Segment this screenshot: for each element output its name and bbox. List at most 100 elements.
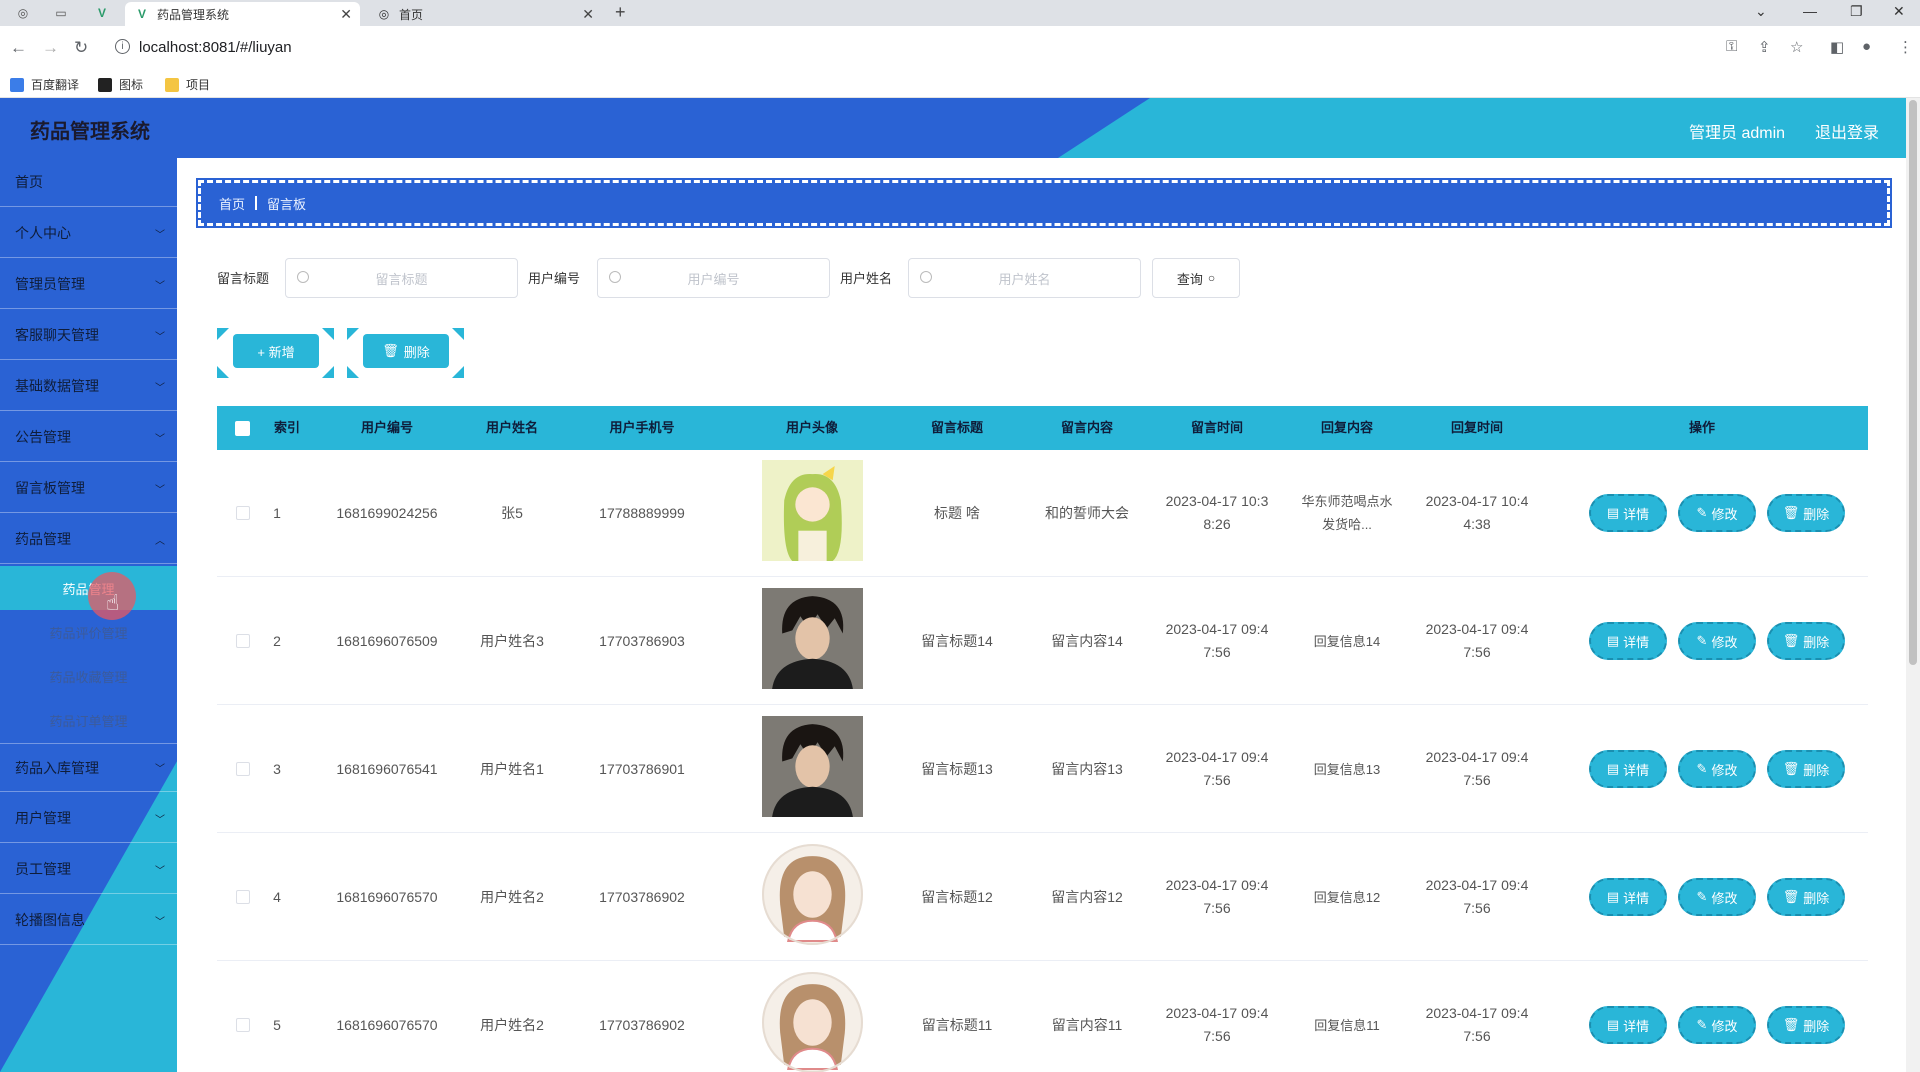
sidebar-item-chat[interactable]: 客服聊天管理 ﹀ — [0, 311, 177, 360]
search-icon — [297, 271, 309, 283]
scrollbar-thumb[interactable] — [1909, 100, 1917, 665]
cell-content: 和的誓师大会 — [1045, 505, 1129, 521]
sidebar-item-staff[interactable]: 员工管理 ﹀ — [0, 845, 177, 894]
search-username-input[interactable]: 用户姓名 — [908, 258, 1141, 298]
url-field[interactable]: localhost:8081/#/liuyan — [139, 39, 292, 56]
trash-icon: 🗑 — [1782, 889, 1800, 904]
sidebar-sub-drug-favorites[interactable]: 药品收藏管理 — [0, 654, 177, 698]
sidebar-item-stock-in[interactable]: 药品入库管理 ﹀ — [0, 743, 177, 792]
vue-icon[interactable]: V — [89, 4, 115, 22]
bookmark-baidu-translate[interactable]: 百度翻译 — [10, 76, 79, 93]
bookmarks-bar: 百度翻译 图标 项目 — [0, 70, 1920, 98]
row-delete-button[interactable]: 🗑 删除 — [1767, 494, 1845, 532]
sidebar-item-home[interactable]: 首页 — [0, 158, 177, 207]
edit-button[interactable]: ✎ 修改 — [1678, 494, 1756, 532]
edit-icon: ✎ — [1696, 761, 1708, 776]
more-icon[interactable]: ⋮ — [1898, 38, 1913, 56]
sidebar: 首页 个人中心 ﹀ 管理员管理 ﹀ 客服聊天管理 ﹀ 基础数据管理 ﹀ 公告管理 ﹀ 留言… — [0, 158, 177, 1072]
new-tab-icon[interactable]: + — [615, 2, 626, 23]
close-window-icon[interactable]: ✕ — [1893, 3, 1905, 20]
query-button[interactable]: 查询 ○ — [1152, 258, 1240, 298]
blank-tab-icon[interactable]: ▭ — [48, 4, 74, 22]
detail-button[interactable]: ▤ 详情 — [1589, 1006, 1667, 1044]
edit-icon: ✎ — [1696, 505, 1708, 520]
bookmark-icons[interactable]: 图标 — [98, 76, 143, 93]
edit-label: 修改 — [1711, 1018, 1738, 1034]
row-checkbox[interactable] — [236, 1018, 250, 1032]
sidebar-sub-drug-reviews[interactable]: 药品评价管理 — [0, 610, 177, 654]
tab-home[interactable]: ◎ 首页 ✕ — [367, 2, 602, 26]
cell-index: 1 — [273, 505, 281, 521]
row-checkbox[interactable] — [236, 506, 250, 520]
logout-link[interactable]: 退出登录 — [1815, 119, 1879, 143]
breadcrumb-separator — [255, 196, 258, 210]
cell-time: 2023-04-17 09:4 7:56 — [1152, 1002, 1282, 1048]
add-button[interactable]: + 新增 — [233, 334, 319, 368]
search-userno-input[interactable]: 用户编号 — [597, 258, 830, 298]
sidebar-item-users[interactable]: 用户管理 ﹀ — [0, 794, 177, 843]
key-icon[interactable]: ⚿ — [1726, 38, 1737, 55]
edit-icon: ✎ — [1696, 633, 1708, 648]
delete-button[interactable]: 🗑 删除 — [363, 334, 449, 368]
cell-title: 留言标题11 — [921, 1017, 993, 1033]
row-checkbox[interactable] — [236, 634, 250, 648]
row-delete-button[interactable]: 🗑 删除 — [1767, 622, 1845, 660]
bookmark-projects[interactable]: 项目 — [165, 76, 210, 93]
minimize-icon[interactable]: — — [1803, 3, 1817, 19]
cell-line: 2023-04-17 09:4 — [1425, 621, 1529, 637]
close-icon[interactable]: ✕ — [582, 6, 594, 23]
detail-icon: ▤ — [1606, 505, 1620, 520]
detail-button[interactable]: ▤ 详情 — [1589, 494, 1667, 532]
star-icon[interactable]: ☆ — [1790, 38, 1803, 56]
detail-button[interactable]: ▤ 详情 — [1589, 878, 1667, 916]
sidebar-item-label: 药品管理 — [15, 531, 71, 547]
search-icon — [920, 271, 932, 283]
globe-icon[interactable]: ◎ — [10, 4, 36, 22]
cell-index: 4 — [273, 889, 281, 905]
search-icon: ○ — [1207, 271, 1216, 285]
forward-icon[interactable]: → — [42, 38, 59, 58]
sidebar-item-personal[interactable]: 个人中心 ﹀ — [0, 209, 177, 258]
restore-icon[interactable]: ❐ — [1850, 3, 1863, 20]
info-icon[interactable]: i — [115, 39, 130, 54]
row-delete-button[interactable]: 🗑 删除 — [1767, 1006, 1845, 1044]
sidebar-item-carousel[interactable]: 轮播图信息 ﹀ — [0, 896, 177, 945]
detail-button[interactable]: ▤ 详情 — [1589, 622, 1667, 660]
edit-button[interactable]: ✎ 修改 — [1678, 878, 1756, 916]
corner-decoration — [452, 328, 464, 340]
edit-button[interactable]: ✎ 修改 — [1678, 1006, 1756, 1044]
select-all-checkbox[interactable] — [235, 421, 250, 436]
sidepanel-icon[interactable]: ◧ — [1830, 38, 1844, 56]
table-row: 4 1681696076570 用户姓名2 17703786902 留言标题12 留言内容… — [217, 834, 1868, 961]
back-icon[interactable]: ← — [10, 38, 27, 58]
edit-button[interactable]: ✎ 修改 — [1678, 622, 1756, 660]
close-icon[interactable]: ✕ — [340, 6, 352, 23]
share-icon[interactable]: ⇪ — [1758, 38, 1771, 56]
sidebar-item-basedata[interactable]: 基础数据管理 ﹀ — [0, 362, 177, 411]
tab-drug-system[interactable]: V 药品管理系统 ✕ — [125, 2, 360, 26]
detail-icon: ▤ — [1606, 889, 1620, 904]
sidebar-item-notice[interactable]: 公告管理 ﹀ — [0, 413, 177, 462]
reload-icon[interactable]: ↻ — [74, 38, 88, 58]
breadcrumb: 首页 留言板 — [196, 178, 1892, 228]
detail-label: 详情 — [1623, 1018, 1650, 1034]
profile-icon[interactable]: ● — [1862, 38, 1871, 55]
row-delete-button[interactable]: 🗑 删除 — [1767, 878, 1845, 916]
row-delete-button[interactable]: 🗑 删除 — [1767, 750, 1845, 788]
sidebar-item-label: 管理员管理 — [15, 276, 85, 292]
header-decoration — [0, 98, 1150, 158]
chevron-down-icon[interactable]: ⌄ — [1755, 3, 1767, 20]
sidebar-sub-drug-orders[interactable]: 药品订单管理 — [0, 698, 177, 742]
edit-button[interactable]: ✎ 修改 — [1678, 750, 1756, 788]
detail-button[interactable]: ▤ 详情 — [1589, 750, 1667, 788]
search-title-input[interactable]: 留言标题 — [285, 258, 518, 298]
chevron-up-icon: ︿ — [155, 535, 165, 547]
sidebar-item-messages[interactable]: 留言板管理 ﹀ — [0, 464, 177, 513]
row-checkbox[interactable] — [236, 762, 250, 776]
page-scrollbar[interactable] — [1906, 98, 1920, 1072]
row-checkbox[interactable] — [236, 890, 250, 904]
bookmark-label: 项目 — [186, 78, 211, 92]
sidebar-item-drugs[interactable]: 药品管理 ︿ — [0, 515, 177, 564]
sidebar-item-admins[interactable]: 管理员管理 ﹀ — [0, 260, 177, 309]
breadcrumb-home[interactable]: 首页 — [219, 194, 245, 213]
